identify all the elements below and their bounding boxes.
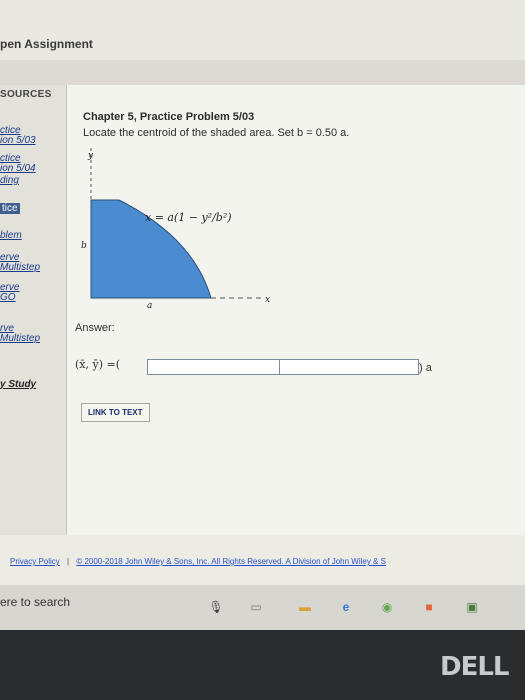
a-label: a <box>147 301 152 311</box>
sidebar-item-active[interactable]: tice <box>0 203 20 214</box>
sidebar-item[interactable]: GO <box>0 292 16 303</box>
footer: Privacy Policy | © 2000-2018 John Wiley … <box>10 557 386 566</box>
chrome-icon[interactable]: ◉ <box>378 598 396 616</box>
sidebar-item[interactable]: Multistep <box>0 262 40 273</box>
centroid-label: (x̄, ȳ) =( <box>75 358 120 371</box>
answer-unit: ) a <box>419 362 432 374</box>
link-to-text-button[interactable]: LINK TO TEXT <box>81 403 150 422</box>
sidebar-item[interactable]: blem <box>0 230 22 241</box>
answer-label: Answer: <box>75 322 115 334</box>
x-bar-input[interactable] <box>147 359 280 375</box>
problem-description: Locate the centroid of the shaded area. … <box>83 127 350 139</box>
screen: pen Assignment SOURCES ctice ion 5/03 ct… <box>0 0 525 630</box>
monitor-bezel: DELL <box>0 630 525 700</box>
microphone-icon[interactable]: 🎙 <box>207 598 225 616</box>
copyright-link[interactable]: © 2000-2018 John Wiley & Sons, Inc. All … <box>76 557 386 566</box>
privacy-policy-link[interactable]: Privacy Policy <box>10 557 60 566</box>
app-title: pen Assignment <box>0 37 93 51</box>
sidebar-item[interactable]: ding <box>0 175 19 186</box>
y-axis-label: y <box>87 151 94 161</box>
media-icon[interactable]: ■ <box>420 598 438 616</box>
sidebar-item[interactable]: y Study <box>0 379 36 390</box>
file-explorer-icon[interactable]: ▬ <box>296 598 314 616</box>
y-bar-input[interactable] <box>279 359 419 375</box>
main-panel: Chapter 5, Practice Problem 5/03 Locate … <box>67 85 525 535</box>
task-view-icon[interactable]: ▭ <box>247 598 265 616</box>
problem-figure: y x b a x = a(1 − y²/b²) <box>81 148 270 311</box>
top-bar: pen Assignment <box>0 0 525 61</box>
dell-logo: DELL <box>440 652 509 682</box>
footer-separator: | <box>67 557 70 566</box>
sidebar-item[interactable]: ion 5/04 <box>0 163 36 174</box>
b-label: b <box>81 241 87 251</box>
sidebar-item[interactable]: Multistep <box>0 333 40 344</box>
x-axis-label: x <box>265 295 270 305</box>
edge-icon[interactable]: e <box>337 598 355 616</box>
problem-title: Chapter 5, Practice Problem 5/03 <box>83 111 255 123</box>
store-icon[interactable]: ▣ <box>463 598 481 616</box>
sidebar-header: SOURCES <box>0 89 52 100</box>
curve-equation: x = a(1 − y²/b²) <box>145 211 232 224</box>
header-band <box>0 60 525 85</box>
resources-sidebar: SOURCES ctice ion 5/03 ctice ion 5/04 di… <box>0 85 67 535</box>
taskbar-search[interactable]: ere to search <box>0 595 70 609</box>
sidebar-item[interactable]: ion 5/03 <box>0 135 36 146</box>
